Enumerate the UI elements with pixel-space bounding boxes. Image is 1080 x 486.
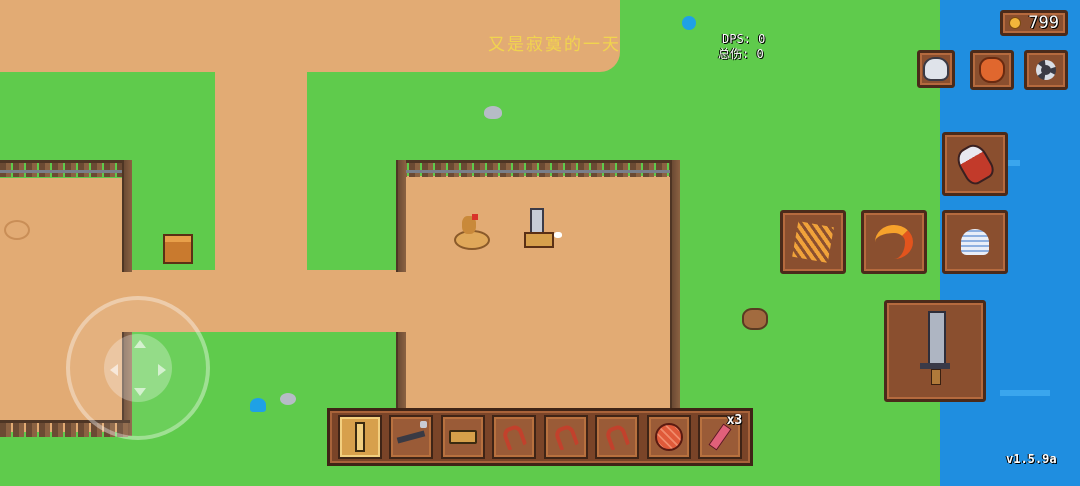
- grass-patch: [0, 74, 212, 162]
- fence: [670, 160, 680, 436]
- slingshot-icon: [552, 423, 579, 451]
- sword-icon: [354, 422, 365, 452]
- treasure-chest-icon[interactable]: [163, 234, 193, 264]
- meat-icon: [654, 423, 683, 451]
- water-ripple: [1000, 390, 1050, 396]
- rock-icon: [280, 393, 296, 405]
- hotbar-slot-pistol[interactable]: [440, 415, 485, 459]
- path-top-right: [345, 0, 620, 20]
- ghost-dash-icon: [961, 229, 989, 255]
- wheat-skill-button[interactable]: [780, 210, 846, 274]
- fire-slash-icon: [875, 225, 913, 259]
- skull-icon: [923, 57, 949, 81]
- slingshot-icon: [604, 423, 631, 451]
- hotbar-slot-dynamite[interactable]: x3: [698, 413, 743, 459]
- coin-icon: [1009, 17, 1021, 29]
- pistol-icon: [448, 430, 477, 444]
- bag-button[interactable]: [970, 50, 1014, 90]
- hotbar-slot-sword[interactable]: [337, 415, 382, 459]
- dash-skill-button[interactable]: [942, 210, 1008, 274]
- fence-rail: [396, 170, 678, 173]
- slingshot-icon: [501, 423, 528, 451]
- hotbar-slot-locked-gun[interactable]: [389, 415, 434, 459]
- fence-rail: [0, 170, 130, 173]
- locked-gun-icon: [396, 430, 426, 444]
- fire-slash-button[interactable]: [861, 210, 927, 274]
- fence: [396, 160, 678, 177]
- total-damage-label: 总伤: 0: [718, 47, 764, 61]
- coin-count: 799: [1028, 13, 1059, 33]
- version-label: v1.5.9a: [1006, 452, 1057, 466]
- arrow-up-icon: [134, 340, 146, 348]
- skull-button[interactable]: [917, 50, 955, 88]
- wheat-icon: [792, 221, 834, 263]
- virtual-joystick[interactable]: [66, 296, 210, 440]
- sword-attack-icon: [920, 311, 950, 391]
- chicken-icon[interactable]: [452, 214, 490, 250]
- hotbar-slot-meat[interactable]: [646, 415, 691, 459]
- lock-icon: [420, 421, 428, 428]
- hotbar: x3: [327, 408, 753, 466]
- blue-mushroom-icon: [250, 398, 266, 412]
- item-count: x3: [726, 413, 743, 428]
- tree-stump-icon: [742, 308, 768, 330]
- fence: [396, 160, 406, 272]
- hotbar-slot-slingshot-2[interactable]: [543, 415, 588, 459]
- attack-button[interactable]: [884, 300, 986, 402]
- coin-counter: 799: [1000, 10, 1068, 36]
- bag-icon: [979, 57, 1005, 83]
- hay-pile-icon: [4, 220, 30, 240]
- hotbar-slot-slingshot-1[interactable]: [492, 415, 537, 459]
- overlay-message: 又是寂寞的一天: [488, 35, 621, 55]
- arrow-down-icon: [134, 388, 146, 396]
- settings-button[interactable]: [1024, 50, 1068, 90]
- path-vertical: [215, 60, 307, 290]
- potion-icon: [952, 140, 998, 188]
- arrow-left-icon: [110, 364, 118, 376]
- hotbar-slot-slingshot-3[interactable]: [595, 415, 640, 459]
- path-gate: [370, 270, 410, 332]
- potion-button[interactable]: [942, 132, 1008, 196]
- game-scene: 又是寂寞的一天 DPS: 0 总伤: 0 799 x3 v1.5.9a: [0, 0, 1080, 486]
- rock-icon: [484, 106, 502, 119]
- player-character[interactable]: [518, 208, 562, 248]
- arrow-right-icon: [158, 364, 166, 376]
- fence: [0, 160, 130, 177]
- dps-label: DPS: 0: [722, 32, 766, 46]
- blue-mushroom-icon: [682, 16, 696, 30]
- fence: [122, 160, 132, 272]
- gear-icon: [1036, 60, 1056, 80]
